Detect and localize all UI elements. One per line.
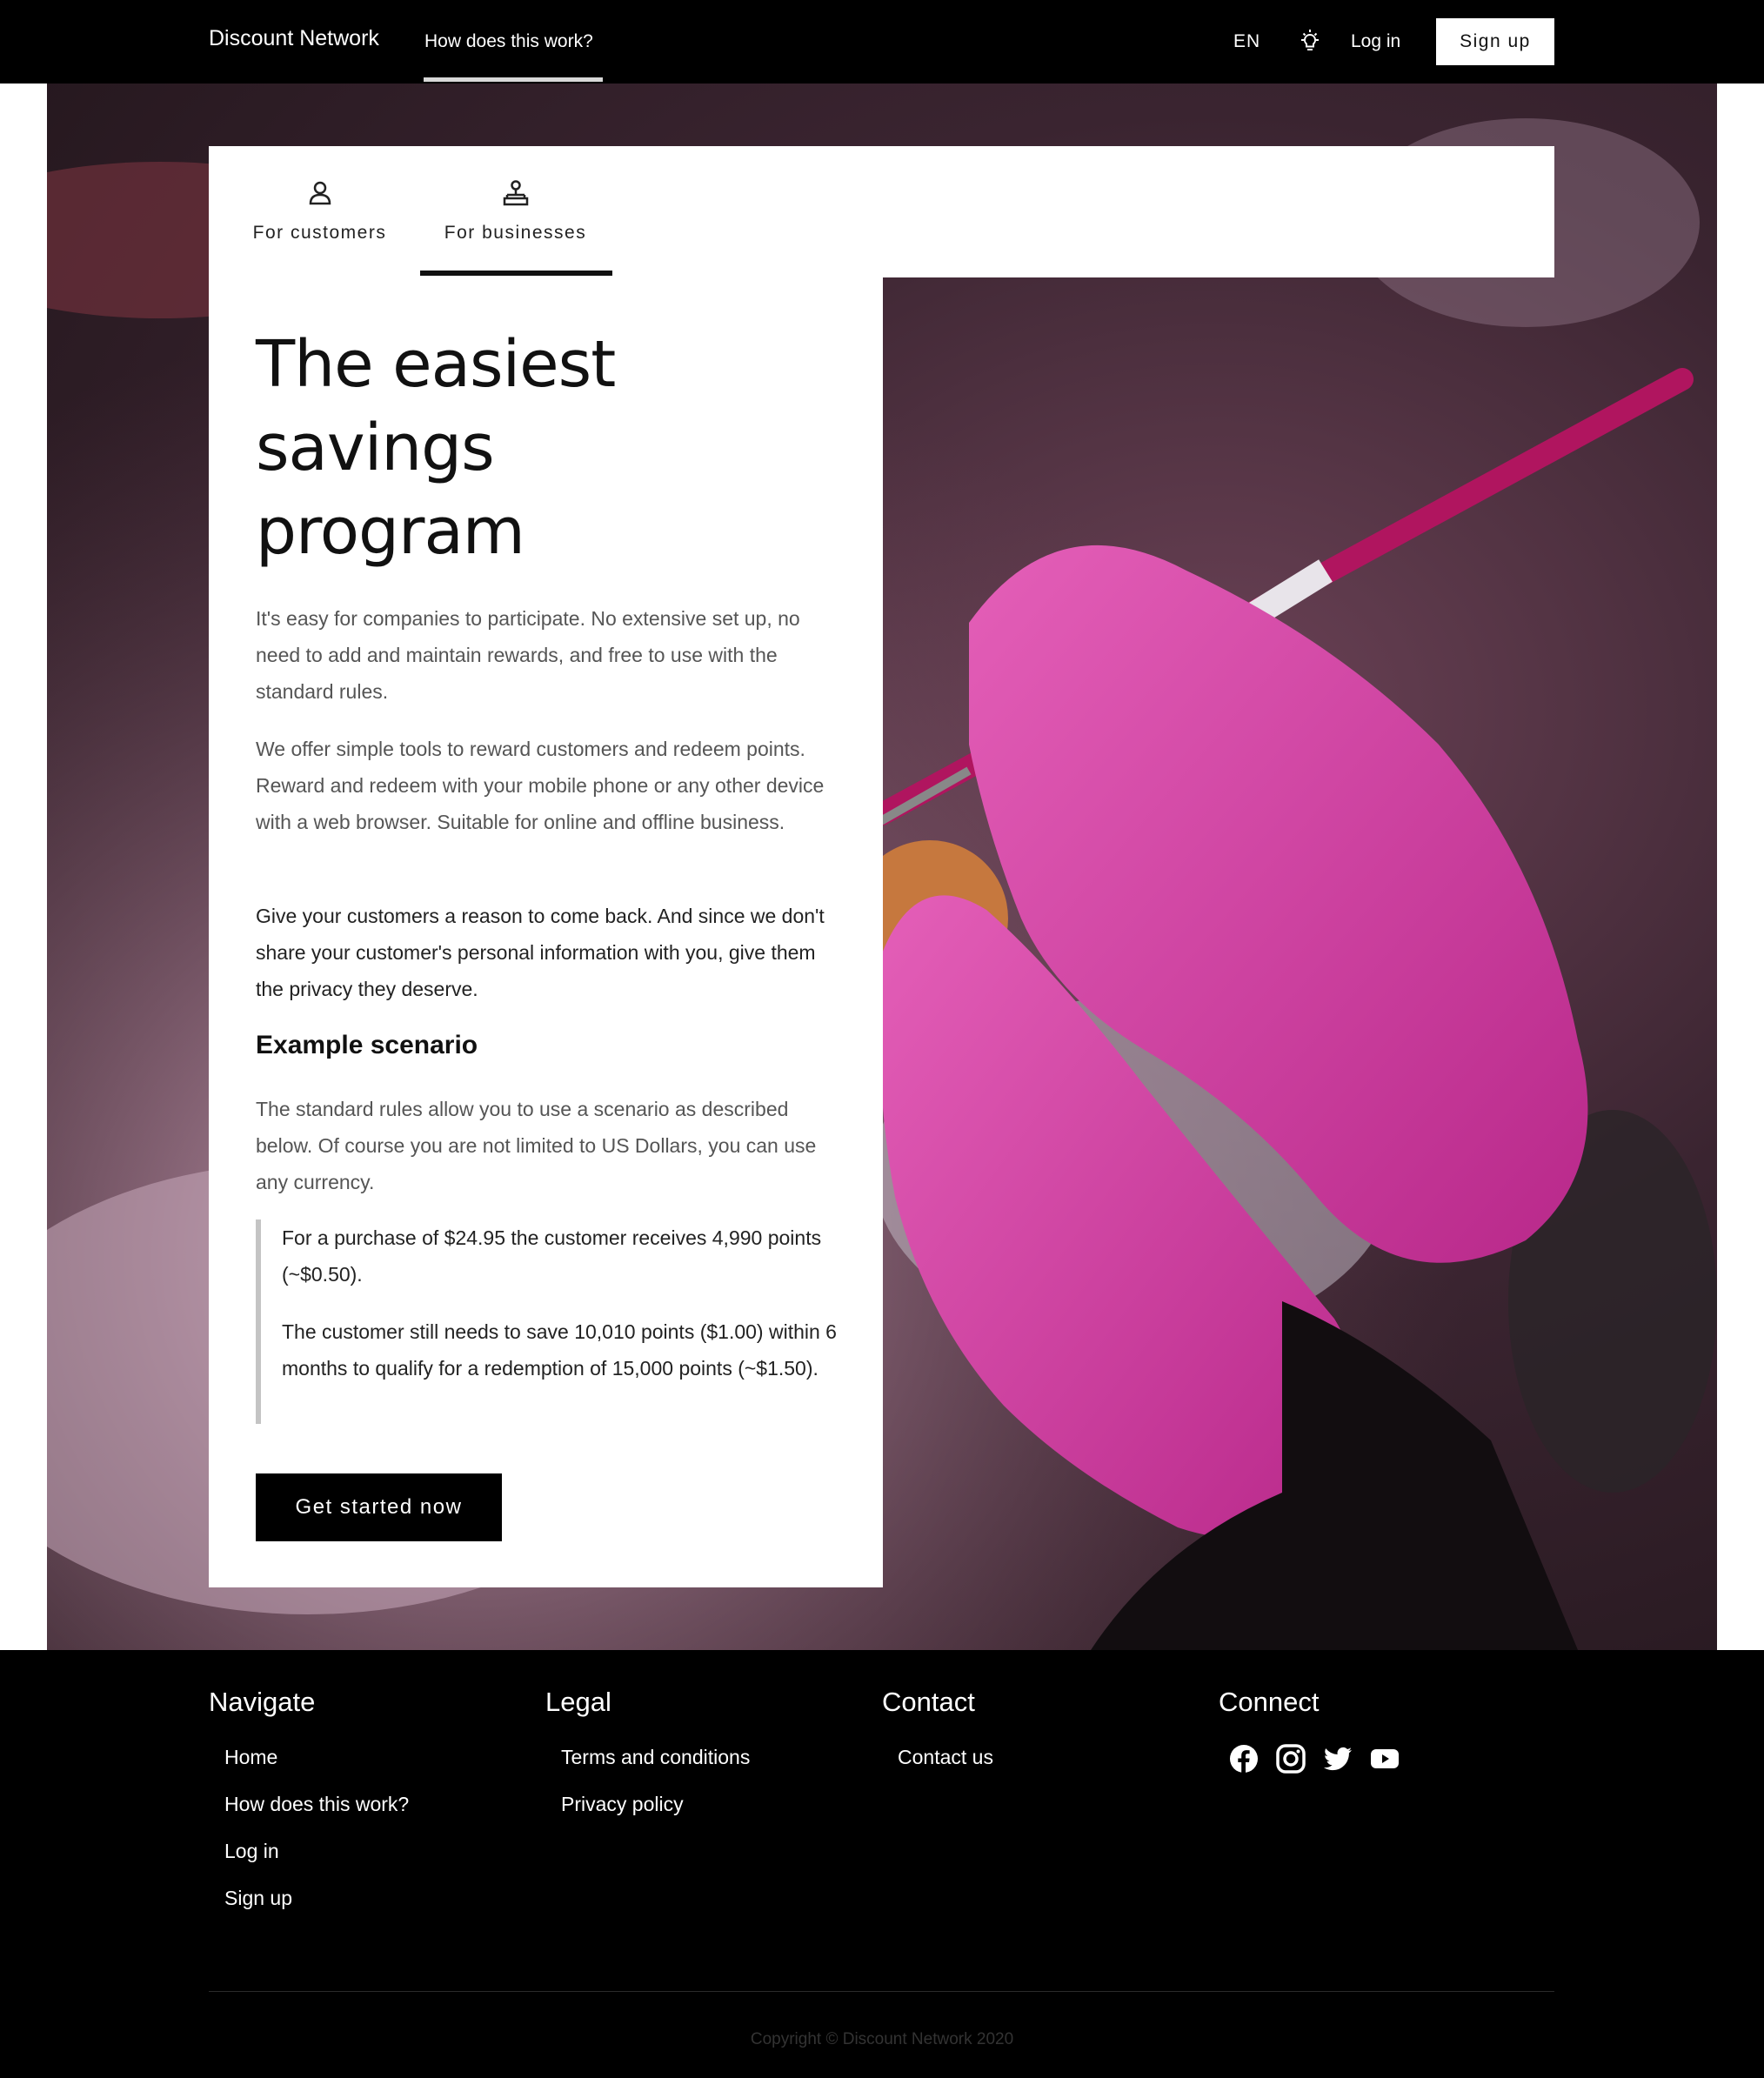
nav-how-it-works[interactable]: How does this work? [424, 31, 593, 52]
tools-paragraph: We offer simple tools to reward customer… [256, 738, 825, 833]
youtube-icon[interactable] [1370, 1744, 1400, 1774]
tab-active-indicator [420, 271, 612, 276]
footer-heading: Navigate [209, 1687, 316, 1717]
intro-paragraph: It's easy for companies to participate. … [256, 607, 800, 703]
page-title: The easiest savings program [256, 323, 673, 573]
footer-link-login[interactable]: Log in [224, 1838, 409, 1885]
social-links [1229, 1744, 1400, 1774]
footer-divider [209, 1991, 1554, 1992]
audience-tabs: For customers For businesses [209, 146, 1554, 277]
copyright-text: Copyright © Discount Network 2020 [750, 2030, 1014, 2048]
footer-link-signup[interactable]: Sign up [224, 1885, 409, 1932]
person-icon [309, 181, 331, 205]
twitter-icon[interactable] [1323, 1744, 1353, 1774]
footer-heading: Contact [882, 1687, 975, 1717]
nav-active-underline [424, 77, 603, 82]
hero-section: For customers For businesses The easiest… [0, 84, 1764, 1650]
tab-for-businesses[interactable]: For businesses [422, 146, 609, 277]
title-line: savings [256, 411, 495, 485]
footer-link-privacy[interactable]: Privacy policy [561, 1791, 750, 1838]
footer-navigate: Navigate Home How does this work? Log in… [209, 1687, 409, 1932]
footer-heading: Legal [545, 1687, 611, 1717]
top-navbar: Discount Network How does this work? EN … [0, 0, 1764, 84]
get-started-button[interactable]: Get started now [256, 1473, 502, 1541]
scenario-intro: The standard rules allow you to use a sc… [256, 1098, 817, 1193]
scenario-step-2: The customer still needs to save 10,010 … [282, 1320, 837, 1380]
login-link[interactable]: Log in [1351, 31, 1400, 52]
footer-link-how[interactable]: How does this work? [224, 1791, 409, 1838]
footer-link-contact[interactable]: Contact us [898, 1744, 993, 1791]
language-selector[interactable]: EN [1233, 31, 1260, 52]
tab-for-customers[interactable]: For customers [244, 146, 396, 277]
tab-label: For businesses [444, 223, 587, 243]
scenario-step-1: For a purchase of $24.95 the customer re… [282, 1226, 822, 1286]
footer-link-home[interactable]: Home [224, 1744, 409, 1791]
privacy-paragraph: Give your customers a reason to come bac… [256, 905, 825, 1000]
scenario-blockquote: For a purchase of $24.95 the customer re… [256, 1219, 847, 1424]
title-line: program [256, 494, 525, 569]
content-card: The easiest savings program It's easy fo… [209, 277, 883, 1587]
lightbulb-icon[interactable] [1298, 29, 1322, 55]
footer-connect: Connect [1219, 1687, 1400, 1774]
footer-contact: Contact Contact us [882, 1687, 993, 1791]
title-line: The easiest [256, 327, 616, 402]
scenario-heading: Example scenario [256, 1031, 478, 1059]
tab-label: For customers [252, 223, 387, 243]
brand-logo[interactable]: Discount Network [209, 26, 379, 51]
footer-link-terms[interactable]: Terms and conditions [561, 1744, 750, 1791]
signup-button[interactable]: Sign up [1436, 18, 1554, 65]
network-icon [503, 180, 528, 206]
instagram-icon[interactable] [1276, 1744, 1306, 1774]
footer: Navigate Home How does this work? Log in… [0, 1650, 1764, 2078]
facebook-icon[interactable] [1229, 1744, 1259, 1774]
footer-heading: Connect [1219, 1687, 1320, 1717]
footer-legal: Legal Terms and conditions Privacy polic… [545, 1687, 750, 1838]
